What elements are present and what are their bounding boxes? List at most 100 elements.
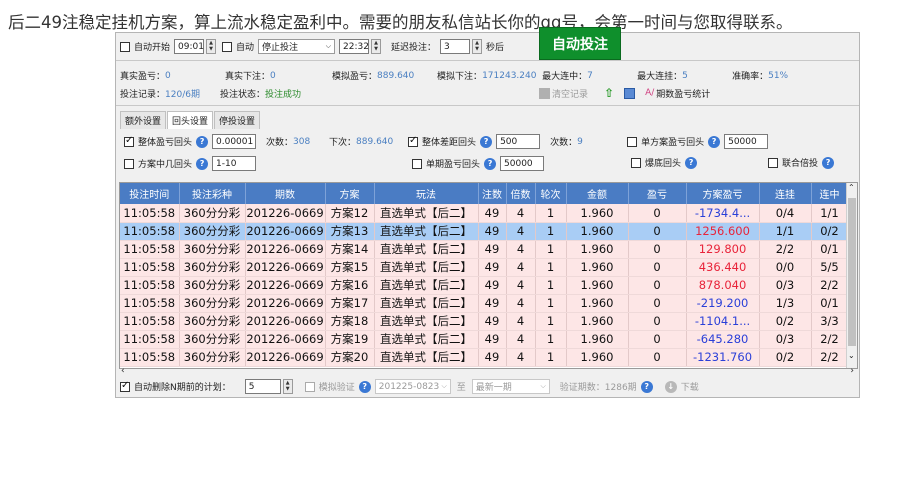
column-header[interactable]: 轮次 [535,183,567,204]
table-row[interactable]: 11:05:58 360分分彩 201226-0669 方案12 直选单式【后二】 49 4… [120,204,849,223]
table-cell: 49 [478,240,507,259]
column-header[interactable]: 盈亏 [628,183,687,204]
table-cell: 直选单式【后二】 [374,204,479,223]
column-header[interactable]: 投注彩种 [179,183,246,204]
table-cell: 11:05:58 [120,348,180,367]
stop-mode-select[interactable]: 停止投注 ⌵ [258,39,336,54]
column-header[interactable]: 玩法 [374,183,479,204]
column-header[interactable]: 注数 [478,183,507,204]
help-icon[interactable]: ? [822,156,835,169]
sim-verify-checkbox[interactable] [304,381,315,392]
table-cell: 3/3 [811,312,849,331]
column-header[interactable]: 连挂 [759,183,812,204]
single-period-back-checkbox[interactable] [412,158,422,169]
tab-back-settings[interactable]: 回头设置 [167,111,214,129]
single-plan-back-input[interactable]: 50000 [724,134,769,149]
help-icon[interactable]: ? [484,157,497,170]
scrollbar-thumb[interactable] [848,198,856,346]
chevron-left-icon[interactable]: ‹ [121,366,125,376]
accuracy-label: 准确率： [732,72,769,82]
table-cell: 直选单式【后二】 [374,222,479,241]
plan-hit-back-input[interactable]: 1-10 [212,156,257,171]
table-row[interactable]: 11:05:58 360分分彩 201226-0669 方案14 直选单式【后二】 49 4… [120,240,849,259]
help-icon[interactable]: ? [358,380,371,393]
help-icon[interactable]: ? [196,135,209,148]
help-icon[interactable]: ? [196,157,209,170]
table-row[interactable]: 11:05:58 360分分彩 201226-0669 方案18 直选单式【后二】 49 4… [120,312,849,331]
help-icon[interactable]: ? [640,380,653,393]
period-stats-button[interactable]: 期数盈亏统计 [656,87,710,100]
table-row[interactable]: 11:05:58 360分分彩 201226-0669 方案20 直选单式【后二】 49 4… [120,348,849,367]
combined-multiplier-checkbox[interactable] [768,157,778,168]
settings-tabs: 额外设置 回头设置 停投设置 [120,111,261,129]
tab-extra-settings[interactable]: 额外设置 [120,111,167,129]
overall-profit-back-input[interactable]: 0.00001 [212,134,257,149]
column-header[interactable]: 倍数 [506,183,536,204]
table-row[interactable]: 11:05:58 360分分彩 201226-0669 方案17 直选单式【后二】 49 4… [120,294,849,313]
upload-icon[interactable]: ⇧ [604,86,614,100]
start-time-spinner[interactable]: ▲ ▼ [206,39,217,54]
auto-delete-input[interactable]: 5 [244,379,281,394]
overall-diff-back-input[interactable]: 500 [496,134,541,149]
clear-records-button[interactable]: 清空记录 [552,87,588,100]
tab-stop-settings[interactable]: 停投设置 [214,111,261,129]
table-cell: 2/2 [811,330,849,349]
table-cell: 4 [506,204,536,223]
download-icon[interactable]: ↓ [664,380,677,393]
single-plan-back-checkbox[interactable] [627,136,638,147]
toolbar-row: 自动开始 09:01 ▲ ▼ 自动 停止投注 ⌵ 22:32 ▲ ▼ 延迟投注： 3… [120,39,504,54]
auto-start-checkbox[interactable] [120,41,130,52]
auto-delete-spinner[interactable]: ▲ ▼ [282,379,293,394]
column-header[interactable]: 投注时间 [120,183,180,204]
bet-record-label: 投注记录： [120,90,166,100]
download-button[interactable]: 下载 [681,380,699,393]
plan-hit-back-checkbox[interactable] [124,158,134,169]
chevron-down-icon[interactable]: ⌄ [848,351,855,360]
table-row[interactable]: 11:05:58 360分分彩 201226-0669 方案15 直选单式【后二】 49 4… [120,258,849,277]
single-period-back-label: 单期盈亏回头 [426,160,481,170]
overall-profit-back-checkbox[interactable] [124,135,134,147]
table-cell: 1.960 [566,276,629,295]
table-row[interactable]: 11:05:58 360分分彩 201226-0669 方案13 直选单式【后二】 49 4… [120,222,849,241]
table-cell: 0 [628,222,687,241]
window-icon[interactable] [624,87,636,99]
table-cell: 0 [628,276,687,295]
vertical-scrollbar[interactable]: ⌃ ⌄ [846,183,857,368]
overall-diff-back-checkbox[interactable] [408,135,419,147]
bottom-out-back-checkbox[interactable] [631,157,641,168]
auto-bet-button[interactable]: 自动投注 [539,27,621,60]
column-header[interactable]: 金额 [566,183,629,204]
table-cell: 0/2 [759,348,812,367]
table-cell: 49 [478,204,507,223]
stop-time-spinner[interactable]: ▲ ▼ [371,39,382,54]
table-cell: 1.960 [566,330,629,349]
column-header[interactable]: 期数 [245,183,326,204]
table-cell: 360分分彩 [179,348,246,367]
help-icon[interactable]: ? [685,156,698,169]
table-cell: 0 [628,312,687,331]
start-time-input[interactable]: 09:01 [174,39,205,54]
headline-text: 后二49注稳定挂机方案，算上流水稳定盈利中。需要的朋友私信站长你的qq号，会第一… [8,13,793,32]
to-period-select[interactable]: 最新一期 ⌵ [471,379,550,394]
table-cell: 11:05:58 [120,222,180,241]
divider [116,105,859,106]
chevron-up-icon[interactable]: ⌃ [848,183,855,192]
single-period-back-input[interactable]: 50000 [500,156,545,171]
auto-delete-checkbox[interactable] [120,380,130,392]
from-period-select[interactable]: 201225-0823 ⌵ [374,379,451,394]
table-cell: 0/3 [759,276,812,295]
help-icon[interactable]: ? [708,135,721,148]
horizontal-scrollbar[interactable]: ‹ › [119,366,858,379]
column-header[interactable]: 方案 [325,183,375,204]
delay-input[interactable]: 3 [440,39,471,54]
chevron-right-icon[interactable]: › [850,366,854,376]
table-cell: 2/2 [759,240,812,259]
table-row[interactable]: 11:05:58 360分分彩 201226-0669 方案19 直选单式【后二】 49 4… [120,330,849,349]
auto-checkbox[interactable] [222,41,233,52]
delay-spinner[interactable]: ▲ ▼ [472,39,483,54]
table-row[interactable]: 11:05:58 360分分彩 201226-0669 方案16 直选单式【后二】 49 4… [120,276,849,295]
stop-time-input[interactable]: 22:32 [339,39,370,54]
help-icon[interactable]: ? [480,135,493,148]
column-header[interactable]: 方案盈亏 [686,183,760,204]
column-header[interactable]: 连中 [811,183,849,204]
